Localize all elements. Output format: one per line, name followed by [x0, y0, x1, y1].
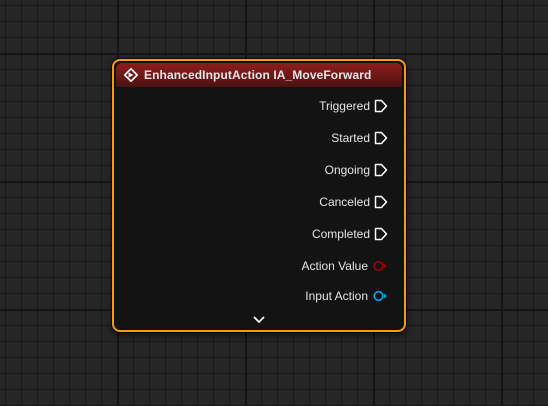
- expand-advanced-button[interactable]: [252, 314, 266, 326]
- pin-label-ongoing: Ongoing: [324, 163, 370, 177]
- pin-label-started: Started: [331, 131, 370, 145]
- chevron-down-icon: [253, 316, 265, 323]
- pin-action-value[interactable]: Action Value: [302, 258, 389, 274]
- event-diamond-icon: [123, 67, 139, 83]
- pin-label-completed: Completed: [311, 227, 370, 241]
- pin-label-canceled: Canceled: [319, 195, 370, 209]
- pin-ongoing[interactable]: Ongoing: [325, 162, 388, 178]
- node-title: EnhancedInputAction IA_MoveForward: [144, 68, 372, 82]
- pin-label-triggered: Triggered: [319, 99, 370, 113]
- pin-started[interactable]: Started: [331, 130, 388, 146]
- exec-pin-icon[interactable]: [374, 131, 388, 145]
- exec-pin-icon[interactable]: [374, 99, 388, 113]
- node-body: EnhancedInputAction IA_MoveForward Trigg…: [116, 63, 402, 328]
- pin-label-action-value: Action Value: [301, 259, 369, 273]
- exec-pin-icon[interactable]: [374, 227, 388, 241]
- pin-completed[interactable]: Completed: [312, 226, 388, 242]
- pin-triggered[interactable]: Triggered: [319, 98, 388, 114]
- pin-input-action[interactable]: Input Action: [305, 288, 388, 304]
- exec-pin-icon[interactable]: [374, 163, 388, 177]
- pin-canceled[interactable]: Canceled: [319, 194, 388, 210]
- pin-label-input-action: Input Action: [305, 289, 368, 303]
- input-action-event-node[interactable]: EnhancedInputAction IA_MoveForward Trigg…: [112, 59, 406, 332]
- object-pin-icon[interactable]: [372, 289, 388, 303]
- bool-pin-icon[interactable]: [372, 259, 388, 273]
- node-header[interactable]: EnhancedInputAction IA_MoveForward: [116, 63, 402, 87]
- exec-pin-icon[interactable]: [374, 195, 388, 209]
